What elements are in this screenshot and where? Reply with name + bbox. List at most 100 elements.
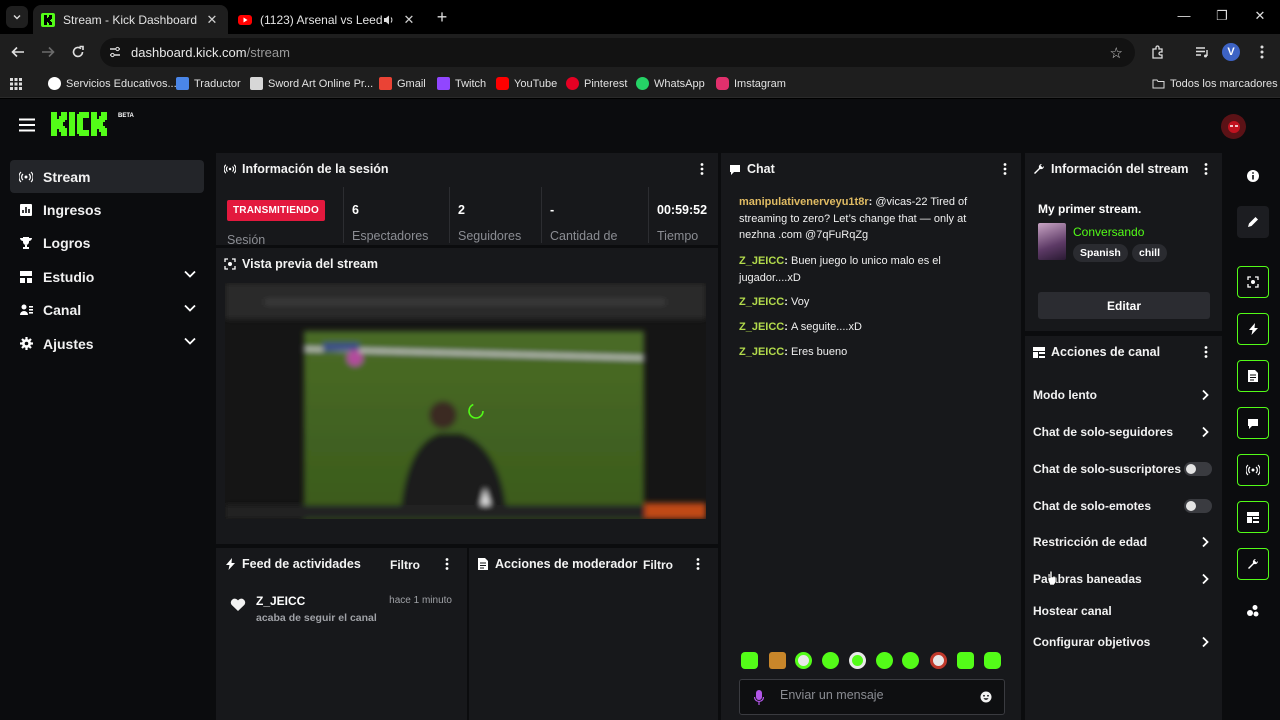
channel-actions-toggle-button[interactable] xyxy=(1237,501,1269,533)
stream-info-toggle-button[interactable] xyxy=(1237,548,1269,580)
action-restriccion-edad[interactable]: Restricción de edad xyxy=(1033,532,1222,552)
bookmark-item[interactable]: WhatsApp xyxy=(636,77,705,90)
emote-icon[interactable] xyxy=(795,652,812,669)
session-toggle-button[interactable] xyxy=(1237,454,1269,486)
site-settings-icon[interactable] xyxy=(108,45,122,59)
close-tab-icon[interactable]: ✕ xyxy=(401,12,417,28)
chat-message-input[interactable] xyxy=(780,688,970,702)
category-thumbnail[interactable] xyxy=(1038,223,1066,260)
emote-icon[interactable] xyxy=(849,652,866,669)
emote-icon[interactable] xyxy=(769,652,786,669)
emote-icon[interactable] xyxy=(957,652,974,669)
back-button[interactable] xyxy=(8,42,28,62)
all-bookmarks-folder[interactable]: Todos los marcadores xyxy=(1152,77,1278,90)
chat-username[interactable]: Z_JEICC xyxy=(739,296,784,308)
action-palabras-baneadas[interactable]: Palabras baneadas xyxy=(1033,569,1222,589)
forward-button[interactable] xyxy=(38,42,58,62)
sidebar-item-label: Canal xyxy=(43,302,82,319)
stream-preview-video[interactable] xyxy=(225,283,706,519)
new-tab-button[interactable]: + xyxy=(432,8,452,28)
tab-search-button[interactable] xyxy=(6,6,28,28)
subscribers-only-toggle[interactable] xyxy=(1184,462,1212,476)
bookmark-item[interactable]: Pinterest xyxy=(566,77,627,90)
bookmark-item[interactable]: Servicios Educativos... xyxy=(48,77,177,90)
reload-button[interactable] xyxy=(68,42,88,62)
more-vertical-icon xyxy=(1260,45,1264,59)
moderator-toggle-button[interactable] xyxy=(1237,360,1269,392)
stat-label: Tiempo xyxy=(657,229,699,243)
sidebar-item-estudio[interactable]: Estudio xyxy=(10,260,204,293)
chat-username[interactable]: Z_JEICC xyxy=(739,321,784,333)
chat-username[interactable]: Z_JEICC xyxy=(739,346,784,358)
emote-icon[interactable] xyxy=(876,652,893,669)
stream-tag[interactable]: chill xyxy=(1132,244,1168,262)
activity-filter-button[interactable]: Filtro xyxy=(390,558,420,572)
more-vertical-icon[interactable] xyxy=(1003,162,1007,176)
edit-button[interactable] xyxy=(1237,206,1269,238)
chat-username[interactable]: manipulativenerveyu1t8r xyxy=(739,196,869,208)
add-widget-button[interactable] xyxy=(1237,595,1269,627)
stat-time: 00:59:52 Tiempo xyxy=(648,187,718,243)
stream-tag[interactable]: Spanish xyxy=(1073,244,1128,262)
sidebar-item-canal[interactable]: Canal xyxy=(10,294,204,327)
sidebar-item-logros[interactable]: Logros xyxy=(10,227,204,260)
bookmark-star-icon[interactable]: ☆ xyxy=(1110,44,1123,62)
action-label: Chat de solo-seguidores xyxy=(1033,425,1174,439)
emotes-only-toggle[interactable] xyxy=(1184,499,1212,513)
session-info-panel: Información de la sesión TRANSMITIENDO S… xyxy=(216,153,718,245)
close-window-button[interactable]: ✕ xyxy=(1250,8,1270,24)
chat-toggle-button[interactable] xyxy=(1237,407,1269,439)
more-vertical-icon[interactable] xyxy=(445,557,449,571)
more-vertical-icon[interactable] xyxy=(696,557,700,571)
bookmark-item[interactable]: Twitch xyxy=(437,77,486,90)
kick-logo[interactable] xyxy=(51,112,117,136)
panel-title: Feed de actividades xyxy=(242,557,361,571)
close-tab-icon[interactable]: ✕ xyxy=(204,12,220,28)
bookmark-item[interactable]: Gmail xyxy=(379,77,426,90)
emote-icon[interactable] xyxy=(930,652,947,669)
more-vertical-icon[interactable] xyxy=(1204,345,1208,359)
emoji-picker-icon[interactable] xyxy=(980,691,992,703)
action-modo-lento[interactable]: Modo lento xyxy=(1033,385,1222,405)
activity-user[interactable]: Z_JEICC xyxy=(256,594,305,608)
more-vertical-icon[interactable] xyxy=(700,162,704,176)
chat-message: manipulativenerveyu1t8r: @vicas-22 Tired… xyxy=(739,196,968,241)
extensions-button[interactable] xyxy=(1148,42,1168,62)
info-button[interactable] xyxy=(1237,160,1269,192)
stream-category[interactable]: Conversando xyxy=(1073,225,1144,239)
preview-toggle-button[interactable] xyxy=(1237,266,1269,298)
hamburger-menu-icon[interactable] xyxy=(19,118,35,132)
tab-youtube[interactable]: (1123) Arsenal vs Leeds (5- ✕ xyxy=(230,5,425,34)
stream-title: My primer stream. xyxy=(1038,202,1142,216)
tab-kick-dashboard[interactable]: Stream - Kick Dashboard ✕ xyxy=(33,5,228,34)
browser-menu-button[interactable] xyxy=(1252,42,1272,62)
minimize-button[interactable]: — xyxy=(1174,8,1194,23)
apps-grid-icon[interactable] xyxy=(10,78,22,90)
action-chat-solo-seguidores[interactable]: Chat de solo-seguidores xyxy=(1033,422,1222,442)
chat-username[interactable]: Z_JEICC xyxy=(739,255,784,267)
action-hostear-canal[interactable]: Hostear canal xyxy=(1033,601,1222,621)
sidebar-item-ingresos[interactable]: Ingresos xyxy=(10,193,204,226)
emote-icon[interactable] xyxy=(984,652,1001,669)
profile-avatar[interactable]: V xyxy=(1222,43,1240,61)
document-icon xyxy=(477,558,489,570)
sidebar-item-stream[interactable]: Stream xyxy=(10,160,204,194)
more-vertical-icon[interactable] xyxy=(1204,162,1208,176)
address-bar[interactable]: dashboard.kick.com/stream ☆ xyxy=(100,38,1135,67)
bookmark-item[interactable]: Imstagram xyxy=(716,77,786,90)
bookmark-item[interactable]: Traductor xyxy=(176,77,241,90)
bookmark-item[interactable]: YouTube xyxy=(496,77,557,90)
microphone-icon[interactable] xyxy=(754,690,764,705)
restore-button[interactable]: ❐ xyxy=(1212,8,1232,24)
bookmark-item[interactable]: Sword Art Online Pr... xyxy=(250,77,373,90)
action-configurar-objetivos[interactable]: Configurar objetivos xyxy=(1033,632,1222,652)
speaker-icon[interactable] xyxy=(383,14,395,26)
activity-toggle-button[interactable] xyxy=(1237,313,1269,345)
media-controls-button[interactable] xyxy=(1192,42,1212,62)
moderator-filter-button[interactable]: Filtro xyxy=(643,558,673,572)
edit-stream-button[interactable]: Editar xyxy=(1038,292,1210,319)
sidebar-item-ajustes[interactable]: Ajustes xyxy=(10,327,204,360)
emote-icon[interactable] xyxy=(902,652,919,669)
emote-icon[interactable] xyxy=(741,652,758,669)
emote-icon[interactable] xyxy=(822,652,839,669)
